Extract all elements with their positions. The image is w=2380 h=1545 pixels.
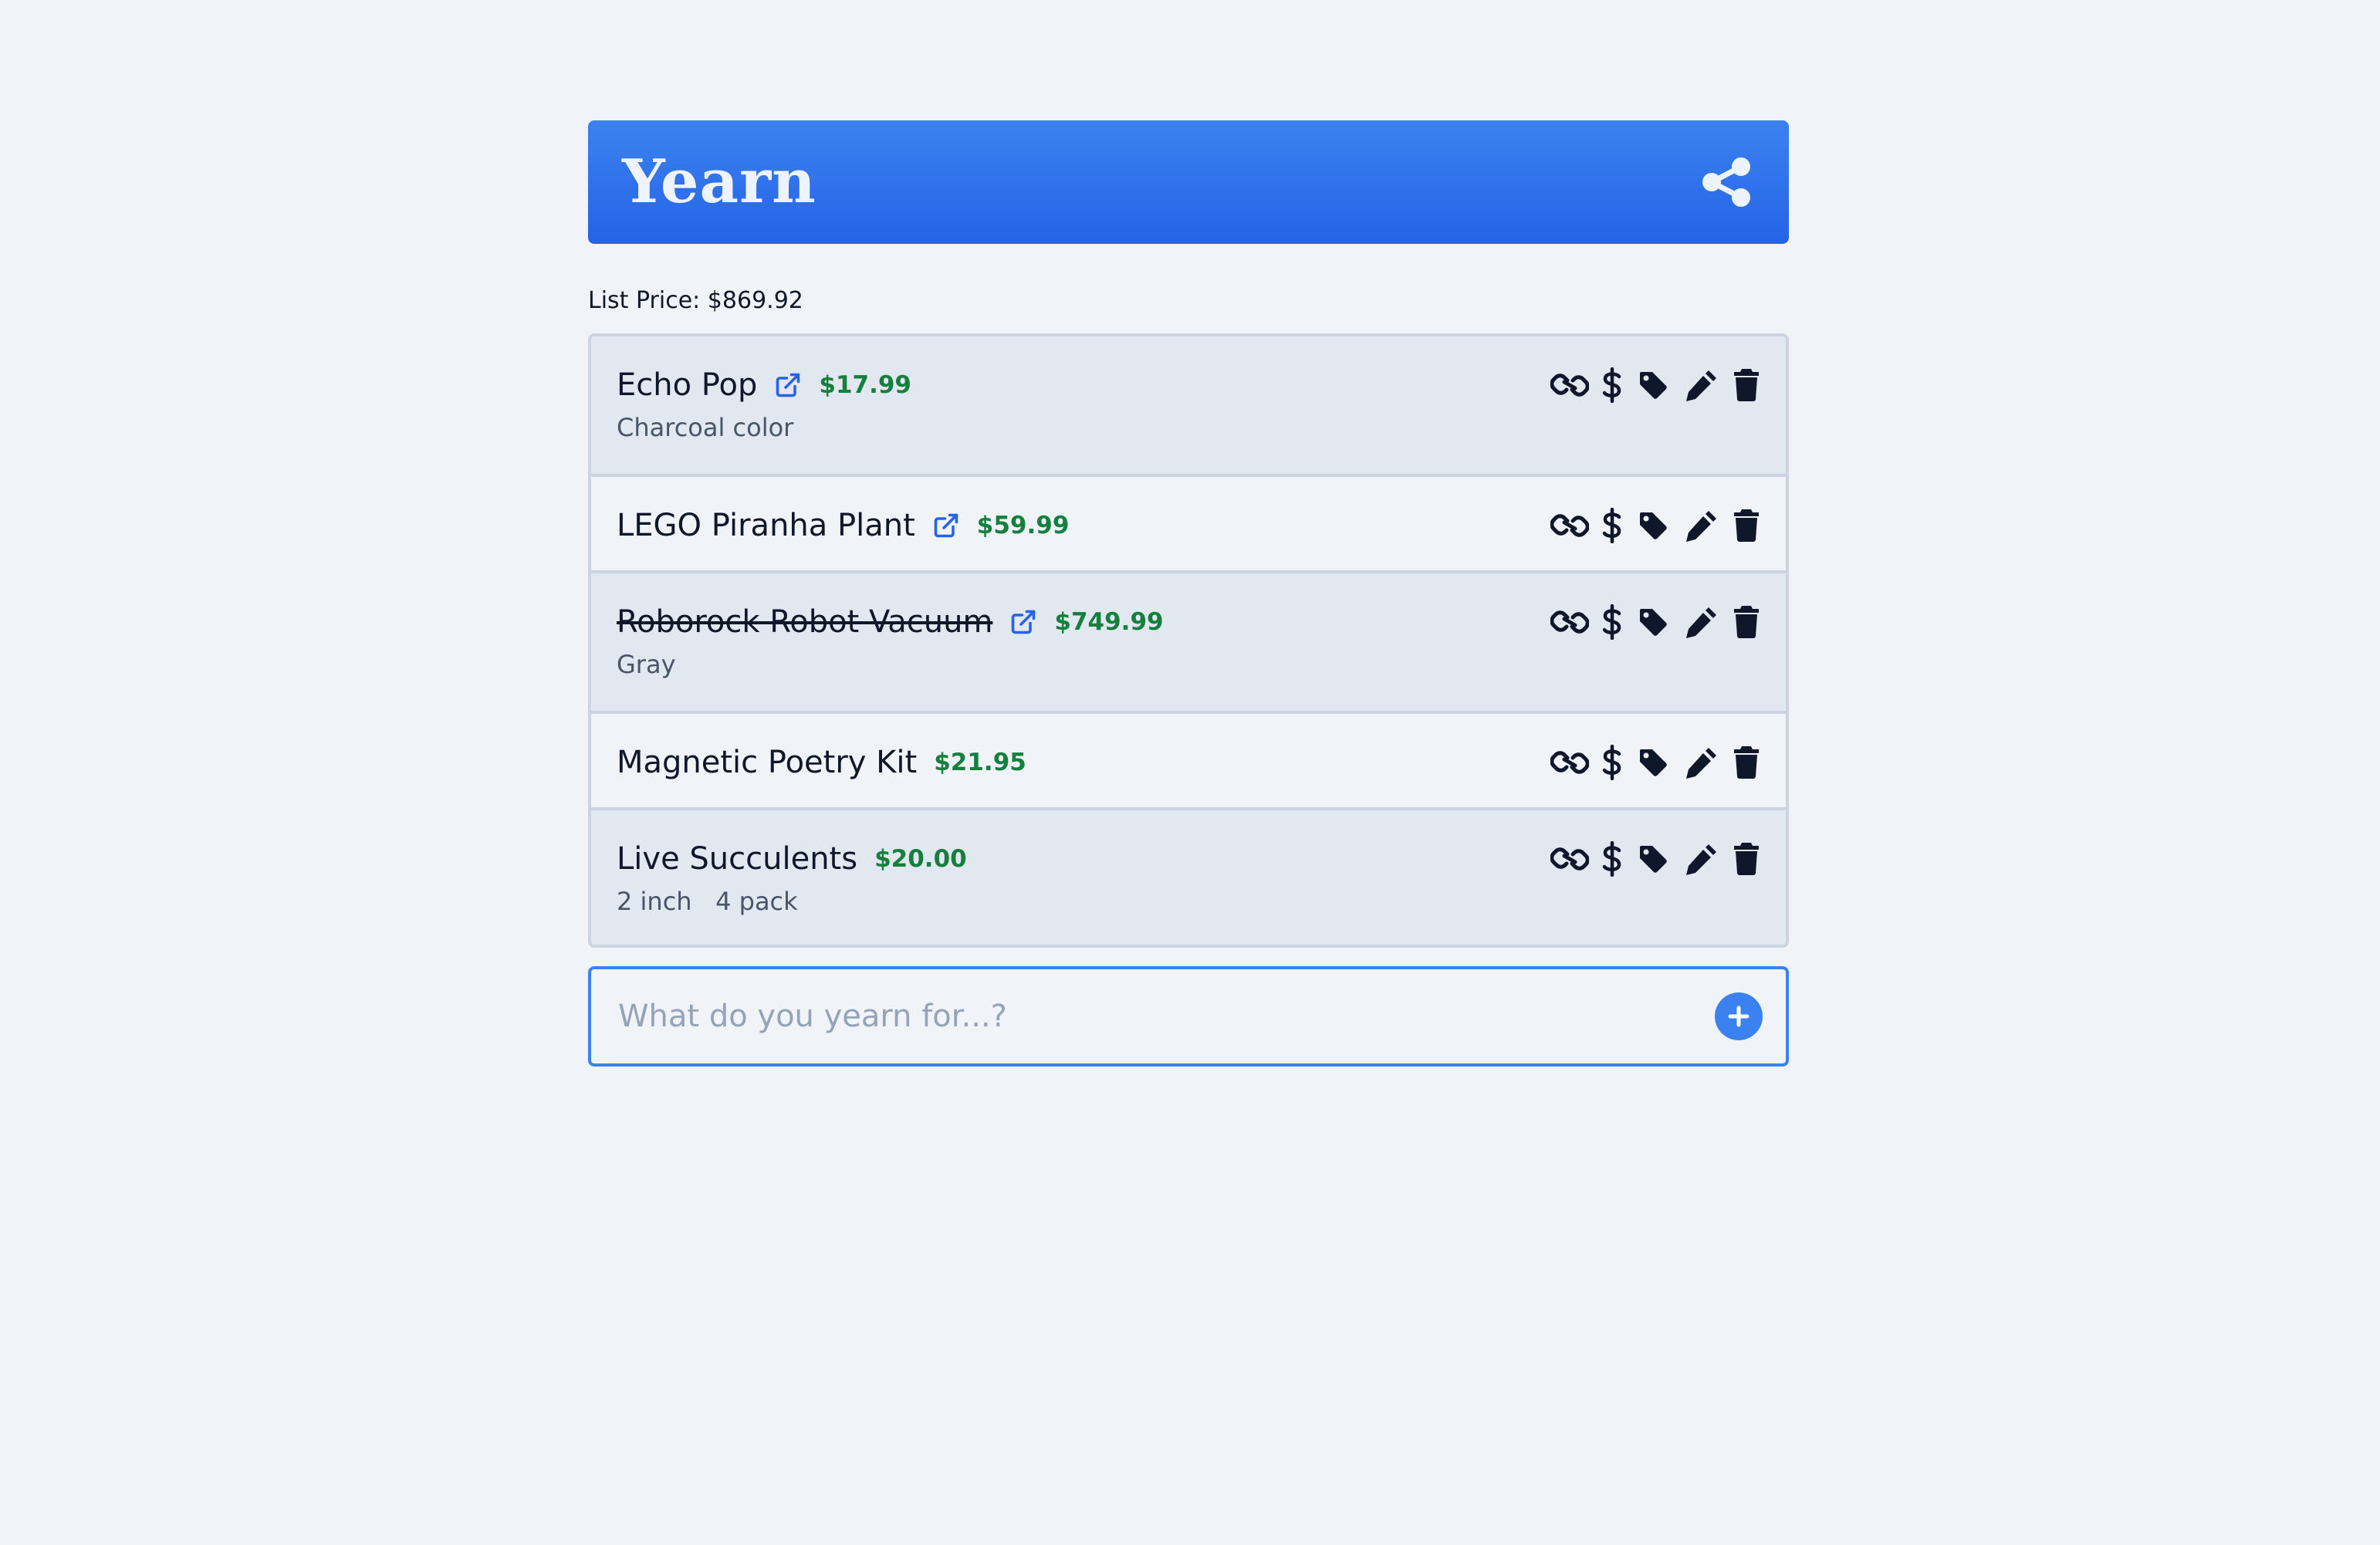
tag-icon xyxy=(1640,749,1667,776)
trash-icon xyxy=(1734,746,1759,779)
add-item-button[interactable] xyxy=(1715,992,1763,1040)
pencil-icon xyxy=(1686,607,1716,638)
tag-button[interactable] xyxy=(1636,743,1670,782)
pencil-icon xyxy=(1686,511,1716,542)
link-button[interactable] xyxy=(1548,840,1591,878)
delete-button[interactable] xyxy=(1730,603,1763,641)
trash-icon xyxy=(1734,369,1759,401)
share-icon xyxy=(1702,157,1750,207)
item-note: 2 inch 4 pack xyxy=(617,887,798,916)
item-actions xyxy=(1548,714,1763,782)
tag-icon xyxy=(1640,846,1667,873)
tag-icon xyxy=(1640,609,1667,636)
price-button[interactable] xyxy=(1599,506,1625,545)
edit-button[interactable] xyxy=(1682,743,1721,782)
delete-button[interactable] xyxy=(1730,506,1763,545)
edit-button[interactable] xyxy=(1682,366,1721,404)
item-price: $749.99 xyxy=(1054,608,1164,636)
yearn-app: Yearn List Price: $869.92 Echo Pop $17.9… xyxy=(588,120,1789,1067)
item-name: Live Succulents xyxy=(617,841,858,877)
delete-button[interactable] xyxy=(1730,840,1763,878)
tag-icon xyxy=(1640,372,1667,399)
item-name: LEGO Piranha Plant xyxy=(617,508,915,543)
tag-button[interactable] xyxy=(1636,506,1670,545)
external-link-icon[interactable] xyxy=(932,512,960,539)
tag-icon xyxy=(1640,512,1667,539)
price-button[interactable] xyxy=(1599,840,1625,878)
tag-button[interactable] xyxy=(1636,603,1670,641)
item-name: Echo Pop xyxy=(617,367,758,403)
item-name: Roborock Robot Vacuum xyxy=(617,604,993,640)
link-icon xyxy=(1550,514,1589,537)
trash-icon xyxy=(1734,843,1759,875)
delete-button[interactable] xyxy=(1730,743,1763,782)
item-price: $17.99 xyxy=(819,371,912,399)
dollar-icon xyxy=(1602,841,1621,877)
tag-button[interactable] xyxy=(1636,840,1670,878)
list-price-total: List Price: $869.92 xyxy=(588,287,803,314)
share-button[interactable] xyxy=(1699,154,1755,210)
edit-button[interactable] xyxy=(1682,603,1721,641)
plus-icon xyxy=(1728,1006,1750,1027)
app-logo: Yearn xyxy=(622,147,816,217)
delete-button[interactable] xyxy=(1730,366,1763,404)
external-link-icon[interactable] xyxy=(1009,608,1037,636)
item-actions xyxy=(1548,477,1763,545)
item-price: $59.99 xyxy=(976,512,1070,539)
pencil-icon xyxy=(1686,844,1716,875)
list-item: LEGO Piranha Plant $59.99 xyxy=(591,474,1786,570)
price-button[interactable] xyxy=(1599,743,1625,782)
dollar-icon xyxy=(1602,367,1621,403)
edit-button[interactable] xyxy=(1682,506,1721,545)
wish-list: Echo Pop $17.99 Charcoal color LEGO Pira… xyxy=(588,333,1789,948)
item-actions xyxy=(1548,573,1763,641)
item-note: Gray xyxy=(617,650,676,679)
dollar-icon xyxy=(1602,604,1621,640)
link-icon xyxy=(1550,847,1589,871)
app-header: Yearn xyxy=(588,120,1789,244)
link-button[interactable] xyxy=(1548,366,1591,404)
link-button[interactable] xyxy=(1548,603,1591,641)
external-link-icon[interactable] xyxy=(774,371,802,399)
link-icon xyxy=(1550,751,1589,774)
list-item: Echo Pop $17.99 Charcoal color xyxy=(591,336,1786,474)
pencil-icon xyxy=(1686,748,1716,779)
item-name: Magnetic Poetry Kit xyxy=(617,745,918,780)
trash-icon xyxy=(1734,606,1759,638)
link-icon xyxy=(1550,374,1589,397)
add-item-input[interactable] xyxy=(617,998,1623,1035)
add-item-form xyxy=(588,966,1789,1067)
tag-button[interactable] xyxy=(1636,366,1670,404)
edit-button[interactable] xyxy=(1682,840,1721,878)
list-item: Magnetic Poetry Kit $21.95 xyxy=(591,711,1786,807)
item-actions xyxy=(1548,810,1763,878)
item-price: $21.95 xyxy=(934,749,1026,776)
list-item: Live Succulents $20.00 2 inch 4 pack xyxy=(591,807,1786,945)
price-button[interactable] xyxy=(1599,366,1625,404)
link-icon xyxy=(1550,610,1589,634)
dollar-icon xyxy=(1602,745,1621,780)
item-note: Charcoal color xyxy=(617,413,794,442)
link-button[interactable] xyxy=(1548,506,1591,545)
dollar-icon xyxy=(1602,508,1621,543)
pencil-icon xyxy=(1686,370,1716,401)
price-button[interactable] xyxy=(1599,603,1625,641)
link-button[interactable] xyxy=(1548,743,1591,782)
item-price: $20.00 xyxy=(874,845,967,873)
list-item: Roborock Robot Vacuum $749.99 Gray xyxy=(591,570,1786,711)
item-actions xyxy=(1548,336,1763,404)
trash-icon xyxy=(1734,509,1759,542)
